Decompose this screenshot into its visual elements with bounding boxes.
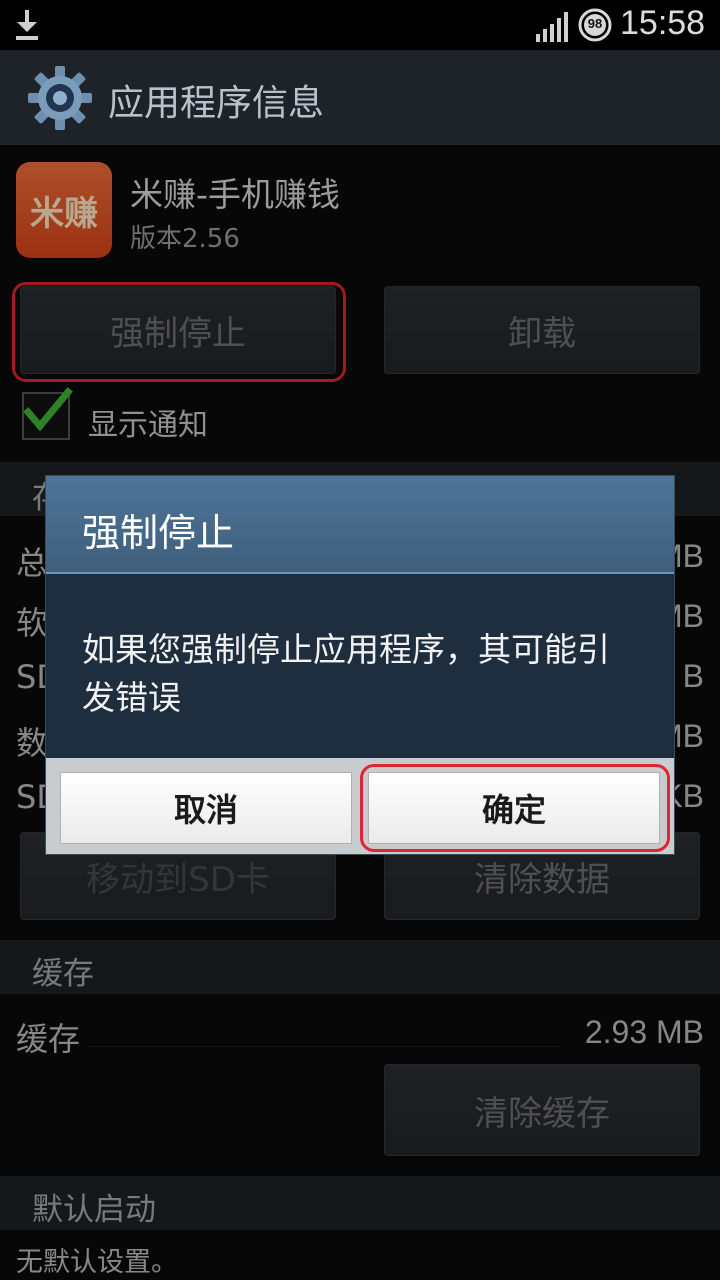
battery-icon: 98: [578, 8, 612, 42]
battery-level: 98: [587, 16, 603, 31]
dialog-title-bar: 强制停止: [46, 476, 674, 574]
page-title: 应用程序信息: [108, 83, 325, 124]
signal-icon: [536, 12, 568, 42]
confirm-highlight: [360, 764, 670, 852]
app-header: 应用程序信息: [0, 50, 720, 145]
dialog-title: 强制停止: [82, 511, 235, 555]
gear-icon: [28, 66, 92, 130]
download-icon: [16, 10, 38, 40]
status-bar: 98 15:58: [0, 0, 720, 50]
dialog-message: 如果您强制停止应用程序，其可能引发错误: [82, 630, 610, 717]
screen: 98 15:58 应用程序信息 米赚 米赚-手机赚钱 版本2.56 强制停止 卸…: [0, 0, 720, 1280]
cancel-button[interactable]: 取消: [60, 772, 352, 844]
clock: 15:58: [620, 4, 706, 42]
